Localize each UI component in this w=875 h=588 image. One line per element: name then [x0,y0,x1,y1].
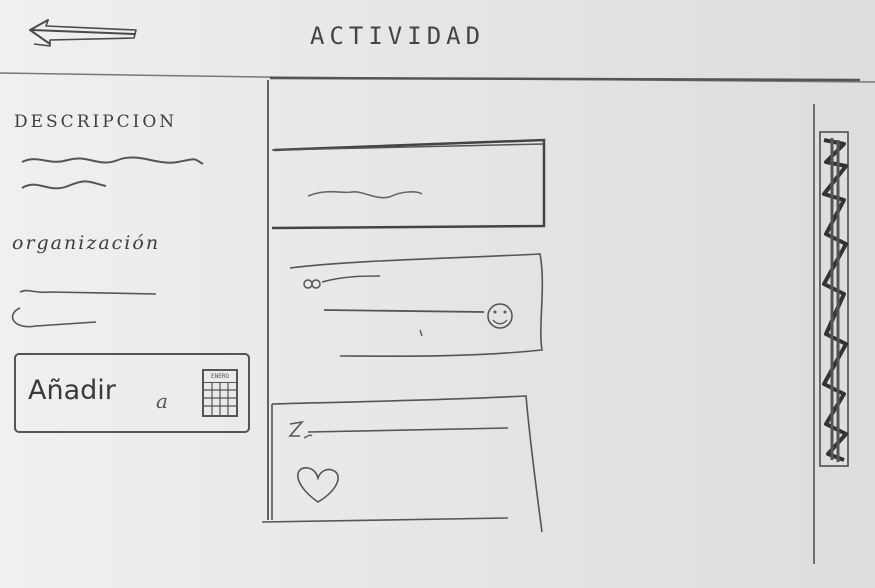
scrollbar[interactable] [808,104,856,564]
avatar-icon [303,279,321,289]
heart-icon[interactable] [297,467,339,503]
feed-card-comment-post[interactable] [284,246,554,376]
z-icon [288,420,313,439]
feed-card-text-post[interactable] [268,132,568,242]
smiley-icon[interactable] [487,303,513,329]
scrollbar-thumb[interactable] [822,138,848,462]
feed-card-liked-post[interactable] [268,392,558,542]
